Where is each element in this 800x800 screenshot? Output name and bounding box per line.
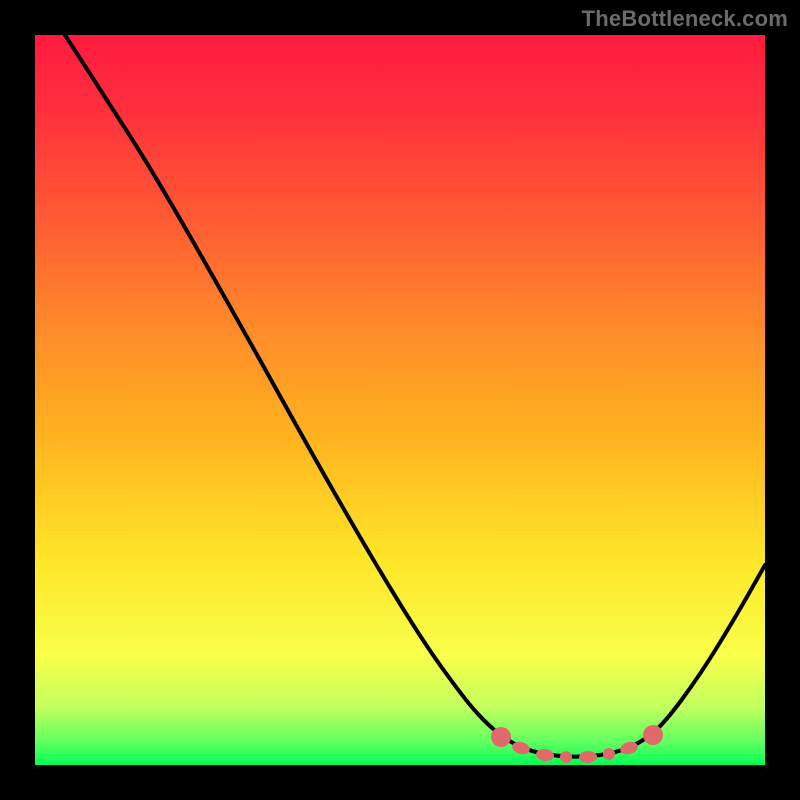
watermark-label: TheBottleneck.com	[582, 6, 788, 32]
curve-bead	[491, 727, 511, 747]
curve-bead	[560, 751, 572, 763]
bottleneck-curve	[65, 35, 765, 757]
curve-bead	[643, 725, 663, 745]
curve-bead	[535, 748, 554, 762]
curve-bead	[603, 748, 615, 760]
plot-area	[35, 35, 765, 765]
curve-bead	[579, 750, 598, 763]
chart-frame: TheBottleneck.com	[0, 0, 800, 800]
curve-layer	[35, 35, 765, 765]
